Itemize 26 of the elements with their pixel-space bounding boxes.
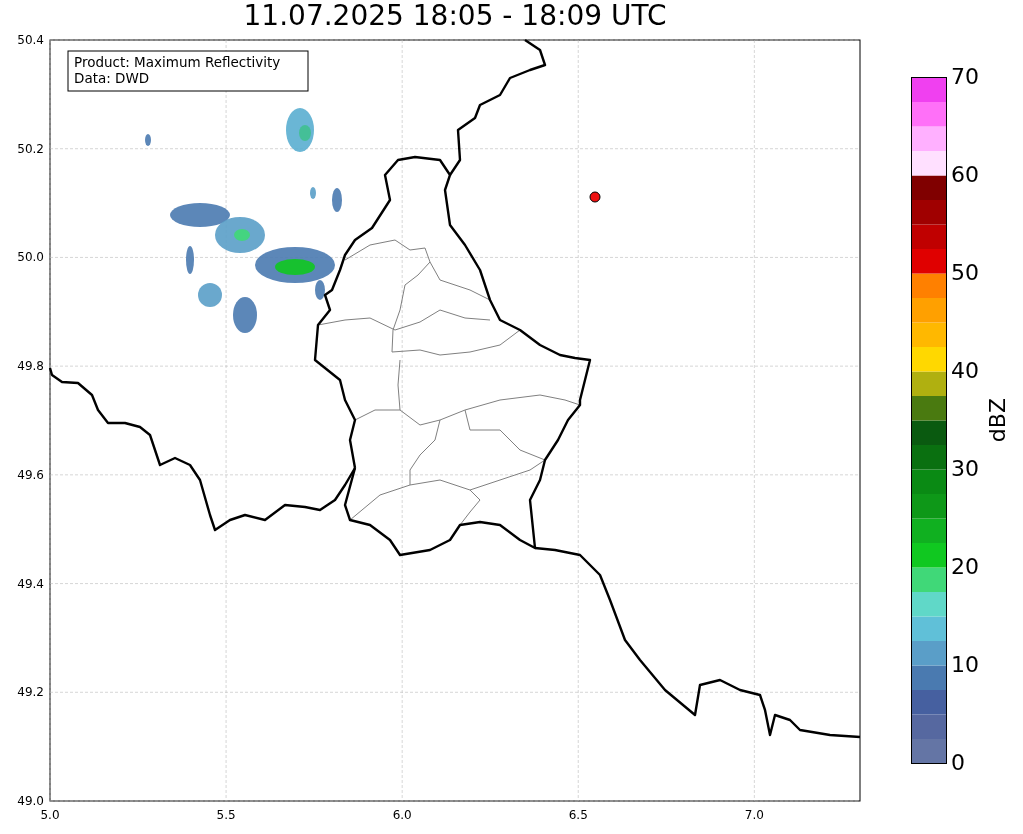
colorbar-tick-label: 70 [951, 64, 979, 90]
y-tick-label: 49.6 [17, 467, 44, 482]
info-text: Data: DWD [74, 70, 150, 86]
x-tick-label: 5.5 [216, 808, 236, 822]
y-tick-label: 50.4 [17, 33, 44, 47]
y-tick-label: 49.2 [17, 685, 44, 700]
colorbar-label: dBZ [984, 397, 1011, 443]
x-tick-label: 5.0 [40, 808, 60, 822]
colorbar-tick-label: 30 [951, 456, 979, 482]
x-tick-label: 6.0 [392, 808, 412, 822]
colorbar-tick-label: 60 [951, 162, 979, 188]
colorbar-tick-label: 50 [951, 260, 979, 286]
colorbar-tick-label: 40 [951, 358, 979, 384]
colorbar-tick-label: 10 [951, 652, 979, 678]
y-tick-label: 49.0 [17, 794, 44, 808]
location-marker [589, 191, 601, 203]
colorbar-tick-label: 0 [951, 750, 966, 776]
chart-title: 11.07.2025 18:05 - 18:09 UTC [243, 0, 667, 34]
y-tick-label: 49.4 [17, 576, 44, 591]
info-text: Product: Maximum Reflectivity [74, 54, 281, 70]
y-tick-label: 49.8 [17, 359, 44, 374]
x-tick-label: 6.5 [568, 808, 588, 822]
y-tick-label: 50.0 [17, 250, 44, 265]
colorbar-tick-label: 20 [951, 554, 979, 580]
y-tick-label: 50.2 [17, 141, 44, 156]
x-tick-label: 7.0 [744, 808, 764, 822]
